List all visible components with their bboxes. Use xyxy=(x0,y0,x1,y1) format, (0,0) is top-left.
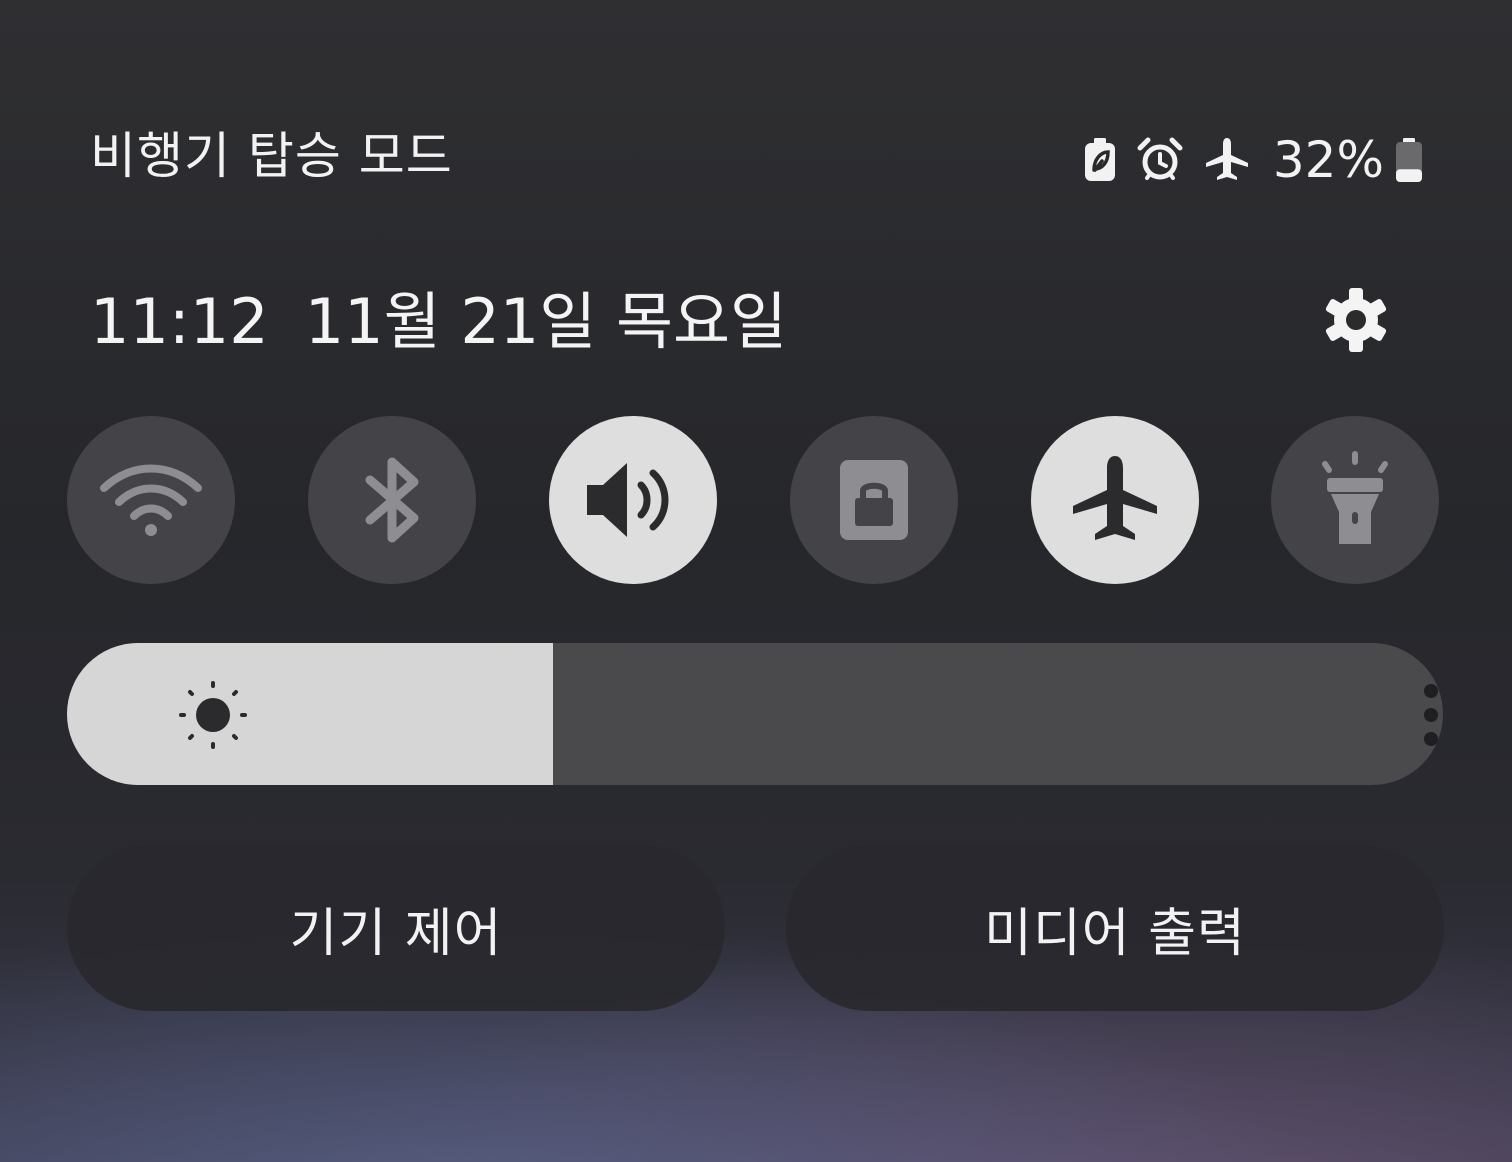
airplane-mode-status-text: 비행기 탑승 모드 xyxy=(90,127,453,185)
settings-button[interactable] xyxy=(1316,282,1396,362)
bluetooth-icon xyxy=(352,452,432,548)
airplane-icon xyxy=(1203,136,1251,184)
sound-icon xyxy=(581,455,685,545)
brightness-slider-fill[interactable] xyxy=(67,643,553,785)
battery-percent: 32% xyxy=(1272,131,1384,189)
wifi-toggle[interactable] xyxy=(67,416,235,584)
date-time: 11:12 11월 21일 목요일 xyxy=(90,286,787,358)
wifi-icon xyxy=(96,460,206,540)
status-icons: 32% xyxy=(1083,130,1424,190)
rotation-lock-icon xyxy=(838,458,910,542)
sun-icon xyxy=(177,679,249,751)
device-control-label: 기기 제어 xyxy=(289,903,503,964)
rotation-lock-toggle[interactable] xyxy=(790,416,958,584)
device-control-button[interactable]: 기기 제어 xyxy=(67,845,725,1011)
sound-toggle[interactable] xyxy=(549,416,717,584)
quick-settings-row xyxy=(67,416,1439,584)
airplane-mode-toggle[interactable] xyxy=(1031,416,1199,584)
alarm-icon xyxy=(1137,137,1183,183)
battery-icon xyxy=(1394,137,1424,183)
airplane-mode-icon xyxy=(1067,452,1163,548)
media-output-button[interactable]: 미디어 출력 xyxy=(786,845,1444,1011)
flashlight-icon xyxy=(1315,450,1395,550)
flashlight-toggle[interactable] xyxy=(1271,416,1439,584)
date-text[interactable]: 11월 21일 목요일 xyxy=(305,285,787,358)
bluetooth-toggle[interactable] xyxy=(308,416,476,584)
media-output-label: 미디어 출력 xyxy=(984,903,1246,964)
clock-time[interactable]: 11:12 xyxy=(90,285,269,358)
more-vertical-icon[interactable] xyxy=(1407,683,1443,747)
brightness-slider[interactable] xyxy=(67,643,1443,785)
battery-saver-icon xyxy=(1083,137,1117,183)
gear-icon xyxy=(1320,284,1392,360)
